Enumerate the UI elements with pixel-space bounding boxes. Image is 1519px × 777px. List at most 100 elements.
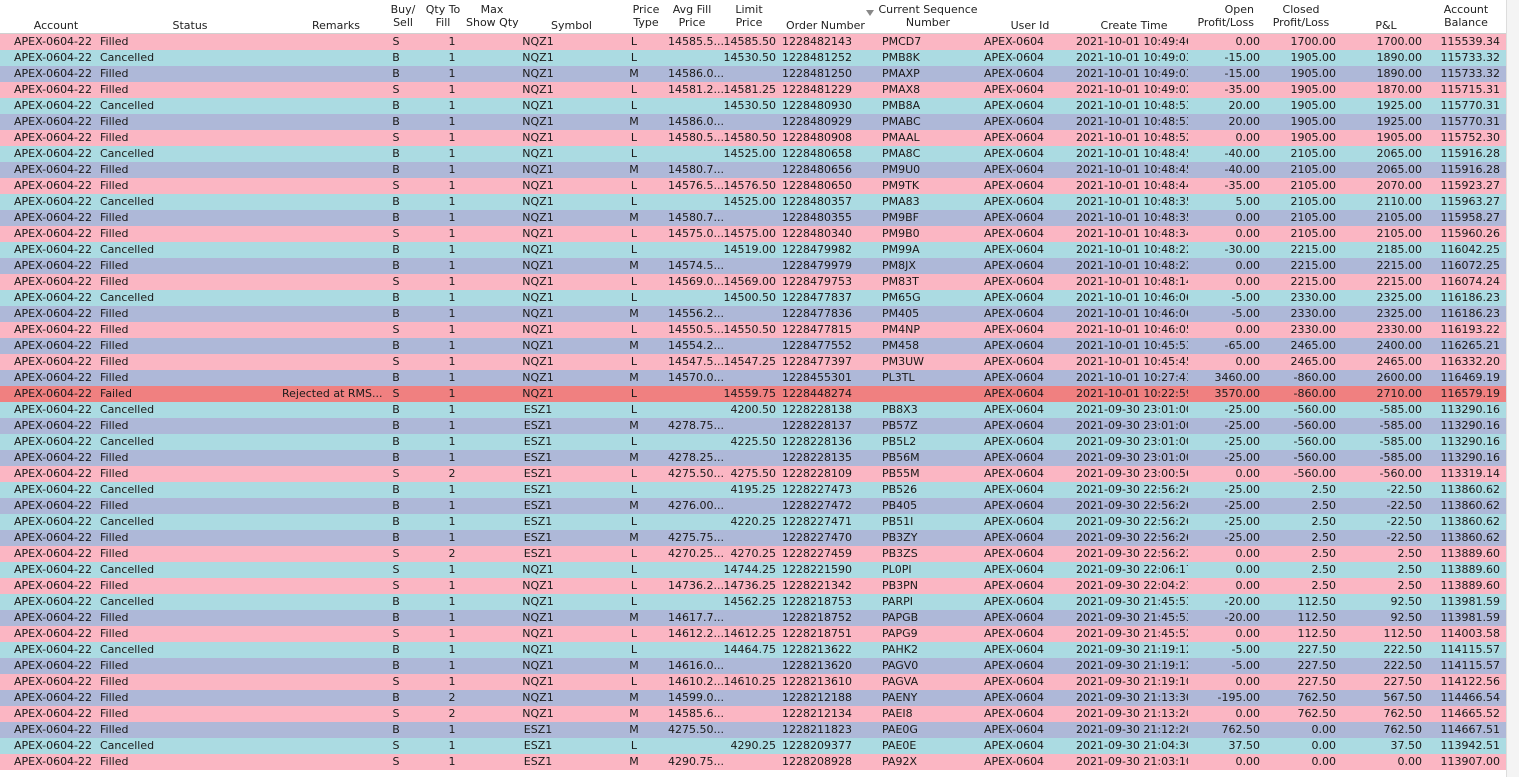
table-row[interactable]: APEX-0604-22 Filled B 1 NQZ1 M 14570.0... 12284…	[0, 370, 1507, 386]
cell-remarks: Rejected at RMS...	[282, 387, 382, 400]
table-row[interactable]: APEX-0604-22 Filled S 1 NQZ1 L 14612.2... 14612…	[0, 626, 1507, 642]
column-header-qty-to-fill[interactable]: Qty To Fill	[423, 3, 463, 29]
table-row[interactable]: APEX-0604-22 Cancelled B 1 NQZ1 L 14530.50 1228…	[0, 98, 1507, 114]
table-row[interactable]: APEX-0604-22 Cancelled B 1 ESZ1 L 4225.50 12282…	[0, 434, 1507, 450]
table-row[interactable]: APEX-0604-22 Filled S 1 NQZ1 L 14547.5... 14547…	[0, 354, 1507, 370]
table-row[interactable]: APEX-0604-22 Filled B 1 NQZ1 M 14617.7... 12282…	[0, 610, 1507, 626]
cell-account: APEX-0604-22	[14, 355, 93, 368]
table-row[interactable]: APEX-0604-22 Cancelled B 1 ESZ1 L 4195.25 12282…	[0, 482, 1507, 498]
cell-closed: 227.50	[1297, 675, 1337, 688]
cell-symbol: NQZ1	[522, 595, 554, 608]
table-row[interactable]: APEX-0604-22 Cancelled B 1 NQZ1 L 14519.00 1228…	[0, 242, 1507, 258]
column-header-buy-sell[interactable]: Buy/Sell	[386, 3, 420, 29]
cell-pnl: 92.50	[1390, 595, 1423, 608]
table-row[interactable]: APEX-0604-22 Cancelled B 1 NQZ1 L 14464.75 1228…	[0, 642, 1507, 658]
cell-closed: 1905.00	[1290, 131, 1337, 144]
table-row[interactable]: APEX-0604-22 Cancelled B 1 NQZ1 L 14530.50 1228…	[0, 50, 1507, 66]
cell-status: Cancelled	[100, 435, 155, 448]
table-row[interactable]: APEX-0604-22 Filled S 1 ESZ1 M 4290.75... 12282…	[0, 754, 1507, 770]
table-row[interactable]: APEX-0604-22 Filled S 2 NQZ1 M 14585.6... 12282…	[0, 706, 1507, 722]
column-header-open-profit-loss[interactable]: Open Profit/Loss	[1190, 3, 1254, 29]
table-row[interactable]: APEX-0604-22 Cancelled B 1 NQZ1 L 14500.50 1228…	[0, 290, 1507, 306]
column-header-symbol[interactable]: Symbol	[540, 19, 592, 32]
cell-order: 1228213610	[782, 675, 852, 688]
table-row[interactable]: APEX-0604-22 Filled B 1 ESZ1 M 4276.00... 12282…	[0, 498, 1507, 514]
table-row[interactable]: APEX-0604-22 Filled S 1 NQZ1 L 14575.0... 14575…	[0, 226, 1507, 242]
cell-order: 1228477815	[782, 323, 852, 336]
cell-pnl: 2.50	[1397, 579, 1423, 592]
column-header-pnl[interactable]: P&L	[1366, 19, 1406, 32]
column-header-status[interactable]: Status	[100, 19, 280, 32]
cell-closed: 1905.00	[1290, 83, 1337, 96]
table-row[interactable]: APEX-0604-22 Cancelled B 1 ESZ1 L 4200.50 12282…	[0, 402, 1507, 418]
cell-seq: PM83T	[882, 275, 919, 288]
cell-limit	[718, 450, 776, 466]
cell-open: -25.00	[1224, 499, 1260, 512]
table-row[interactable]: APEX-0604-22 Filled B 1 ESZ1 M 4278.75... 12282…	[0, 418, 1507, 434]
table-row[interactable]: APEX-0604-22 Cancelled S 1 NQZ1 L 14744.25 1228…	[0, 562, 1507, 578]
table-row[interactable]: APEX-0604-22 Filled B 1 NQZ1 M 14616.0... 12282…	[0, 658, 1507, 674]
cell-account: APEX-0604-22	[14, 163, 93, 176]
table-row[interactable]: APEX-0604-22 Filled B 1 NQZ1 M 14556.2... 12284…	[0, 306, 1507, 322]
table-row[interactable]: APEX-0604-22 Filled B 1 NQZ1 M 14580.7... 12284…	[0, 210, 1507, 226]
column-header-max-show-qty[interactable]: Max Show Qty	[466, 3, 519, 29]
table-row[interactable]: APEX-0604-22 Filled S 1 NQZ1 L 14610.2... 14610…	[0, 674, 1507, 690]
column-header-create-time[interactable]: Create Time	[1096, 19, 1172, 32]
cell-ptype: L	[630, 739, 638, 752]
cell-account: APEX-0604-22	[14, 115, 93, 128]
table-row[interactable]: APEX-0604-22 Filled S 1 NQZ1 L 14736.2... 14736…	[0, 578, 1507, 594]
column-header-account-balance[interactable]: Account Balance	[1436, 3, 1496, 29]
table-row[interactable]: APEX-0604-22 Filled B 1 NQZ1 M 14586.0... 12284…	[0, 66, 1507, 82]
column-header-account[interactable]: Account	[12, 19, 100, 32]
table-row[interactable]: APEX-0604-22 Filled B 2 NQZ1 M 14599.0... 12282…	[0, 690, 1507, 706]
cell-ptype: L	[630, 179, 638, 192]
column-header-remarks[interactable]: Remarks	[282, 19, 360, 32]
cell-balance: 113860.62	[1440, 531, 1501, 544]
cell-ptype: L	[630, 387, 638, 400]
table-row[interactable]: APEX-0604-22 Filled S 1 NQZ1 L 14581.2... 14581…	[0, 82, 1507, 98]
column-header-price-type[interactable]: Price Type	[628, 3, 664, 29]
table-row[interactable]: APEX-0604-22 Filled B 1 ESZ1 M 4278.25... 12282…	[0, 450, 1507, 466]
vertical-scrollbar[interactable]	[1506, 0, 1519, 777]
table-row[interactable]: APEX-0604-22 Filled S 1 NQZ1 L 14585.5... 14585…	[0, 34, 1507, 50]
table-row[interactable]: APEX-0604-22 Filled B 1 NQZ1 M 14586.0... 12284…	[0, 114, 1507, 130]
cell-open: 3460.00	[1214, 371, 1261, 384]
column-header-user-id[interactable]: User Id	[1000, 19, 1060, 32]
table-row[interactable]: APEX-0604-22 Filled S 1 NQZ1 L 14569.0... 14569…	[0, 274, 1507, 290]
column-header-order-number[interactable]: Order Number	[786, 19, 866, 32]
table-row[interactable]: APEX-0604-22 Filled B 1 NQZ1 M 14554.2... 12284…	[0, 338, 1507, 354]
table-row[interactable]: APEX-0604-22 Filled B 1 NQZ1 M 14580.7... 12284…	[0, 162, 1507, 178]
cell-symbol: NQZ1	[522, 643, 554, 656]
column-header-limit-price[interactable]: Limit Price	[730, 3, 768, 29]
cell-ptype: M	[629, 339, 639, 352]
table-row[interactable]: APEX-0604-22 Filled B 1 ESZ1 M 4275.50... 12282…	[0, 722, 1507, 738]
cell-pnl: -22.50	[1386, 515, 1422, 528]
cell-seq: PMA83	[882, 195, 920, 208]
cell-closed: 2215.00	[1290, 275, 1337, 288]
table-row[interactable]: APEX-0604-22 Filled B 1 ESZ1 M 4275.75... 12282…	[0, 530, 1507, 546]
table-row[interactable]: APEX-0604-22 Filled S 1 NQZ1 L 14550.5... 14550…	[0, 322, 1507, 338]
table-row[interactable]: APEX-0604-22 Cancelled B 1 NQZ1 L 14525.00 1228…	[0, 146, 1507, 162]
column-header-current-sequence-number[interactable]: Current Sequence Number	[878, 3, 978, 29]
table-row[interactable]: APEX-0604-22 Cancelled B 1 NQZ1 L 14562.25 1228…	[0, 594, 1507, 610]
table-row[interactable]: APEX-0604-22 Filled S 1 NQZ1 L 14576.5... 14576…	[0, 178, 1507, 194]
cell-symbol: NQZ1	[522, 307, 554, 320]
table-row[interactable]: APEX-0604-22 Cancelled B 1 NQZ1 L 14525.00 1228…	[0, 194, 1507, 210]
table-row[interactable]: APEX-0604-22 Filled S 2 ESZ1 L 4270.25... 4270.…	[0, 546, 1507, 562]
cell-seq: PB56M	[882, 451, 920, 464]
cell-seq: PM9TK	[882, 179, 920, 192]
table-row[interactable]: APEX-0604-22 Filled B 1 NQZ1 M 14574.5... 12284…	[0, 258, 1507, 274]
table-row[interactable]: APEX-0604-22 Filled S 1 NQZ1 L 14580.5... 14580…	[0, 130, 1507, 146]
table-row[interactable]: APEX-0604-22 Cancelled S 1 ESZ1 L 4290.25 12282…	[0, 738, 1507, 754]
cell-limit	[718, 690, 776, 706]
column-header-closed-profit-loss[interactable]: Closed Profit/Loss	[1266, 3, 1336, 29]
cell-order: 1228227470	[782, 531, 852, 544]
table-row[interactable]: APEX-0604-22 Filled S 2 ESZ1 L 4275.50... 4275.…	[0, 466, 1507, 482]
cell-seq: PAGV0	[882, 659, 919, 672]
cell-qty: 1	[448, 563, 456, 576]
column-header-avg-fill-price[interactable]: Avg Fill Price	[668, 3, 716, 29]
cell-order: 1228480658	[782, 147, 852, 160]
table-row[interactable]: APEX-0604-22 Failed Rejected at RMS... S 1 NQ…	[0, 386, 1507, 402]
cell-account: APEX-0604-22	[14, 307, 93, 320]
table-row[interactable]: APEX-0604-22 Cancelled B 1 ESZ1 L 4220.25 12282…	[0, 514, 1507, 530]
